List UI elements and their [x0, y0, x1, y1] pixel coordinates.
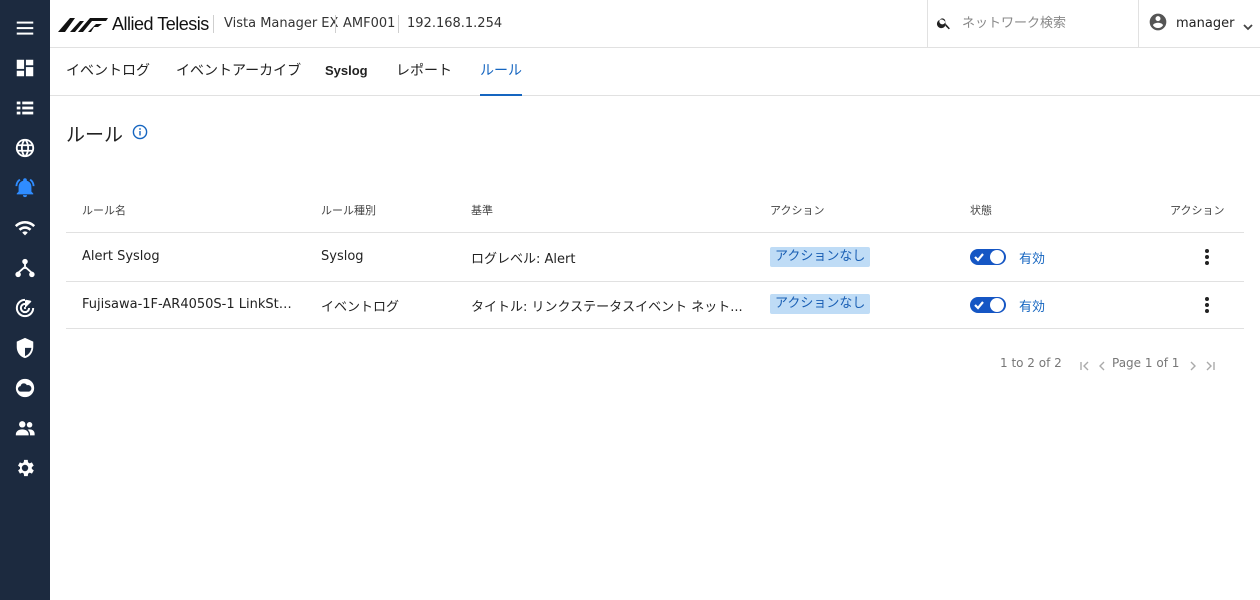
divider: [213, 15, 214, 33]
users-icon[interactable]: [0, 408, 50, 448]
last-page-icon[interactable]: [1204, 357, 1216, 371]
more-options-icon[interactable]: [1201, 294, 1213, 316]
column-header-action[interactable]: アクション: [770, 202, 824, 218]
column-header-rule-type[interactable]: ルール種別: [321, 202, 376, 218]
column-header-actions: アクション: [1170, 204, 1225, 217]
network-icon[interactable]: [0, 248, 50, 288]
check-icon: [974, 301, 984, 310]
status-label: 有効: [1019, 252, 1046, 267]
tab-syslog[interactable]: Syslog: [325, 48, 368, 96]
brand-logo[interactable]: Allied Telesis: [58, 14, 209, 34]
column-header-criteria[interactable]: 基準: [471, 202, 493, 218]
rule-type: イベントログ: [321, 300, 400, 315]
shield-icon[interactable]: [0, 328, 50, 368]
network-search: [927, 0, 1139, 47]
device-ip[interactable]: 192.168.1.254: [407, 15, 502, 33]
tab-rules[interactable]: ルール: [480, 48, 522, 96]
list-icon[interactable]: [0, 88, 50, 128]
divider: [66, 232, 1244, 233]
tab-event-log[interactable]: イベントログ: [66, 48, 150, 96]
pagination-range: 1 to 2 of 2: [1000, 356, 1062, 370]
tab-bar: イベントログ イベントアーカイブ Syslog レポート ルール: [50, 48, 1260, 96]
user-name: manager: [1176, 16, 1235, 31]
area-name[interactable]: AMF001: [343, 15, 395, 33]
previous-page-icon[interactable]: [1096, 357, 1108, 371]
column-header-status[interactable]: 状態: [970, 202, 992, 218]
dashboard-icon[interactable]: [0, 48, 50, 88]
first-page-icon[interactable]: [1079, 357, 1091, 371]
divider: [66, 328, 1244, 329]
current-page: 1: [1144, 356, 1153, 370]
page-indicator: Page 1 of 1: [1112, 356, 1179, 370]
info-icon[interactable]: [132, 124, 148, 140]
tab-event-archive[interactable]: イベントアーカイブ: [176, 48, 301, 96]
total-pages: 1: [1171, 356, 1180, 370]
globe-icon[interactable]: [0, 128, 50, 168]
rule-type: Syslog: [321, 249, 364, 264]
search-input[interactable]: [962, 12, 1132, 34]
toggle-knob: [990, 298, 1004, 312]
menu-icon[interactable]: [0, 8, 50, 48]
rule-name: Fujisawa-1F-AR4050S-1 LinkStatu...: [82, 297, 292, 312]
more-options-icon[interactable]: [1201, 246, 1213, 268]
user-menu[interactable]: manager: [1148, 0, 1254, 47]
radar-icon[interactable]: [0, 288, 50, 328]
status-toggle[interactable]: [970, 249, 1006, 265]
rule-name: Alert Syslog: [82, 249, 160, 264]
cloud-icon[interactable]: [0, 368, 50, 408]
account-icon: [1148, 12, 1168, 36]
sidebar-nav: [0, 0, 50, 600]
check-icon: [974, 253, 984, 262]
next-page-icon[interactable]: [1187, 357, 1199, 371]
status-label: 有効: [1019, 300, 1046, 315]
brand-name: Allied Telesis: [112, 13, 209, 34]
page-label: Page: [1112, 356, 1142, 370]
top-bar: Allied Telesis Vista Manager EX AMF001 1…: [50, 0, 1260, 48]
search-icon[interactable]: [936, 15, 952, 31]
bell-icon[interactable]: [0, 168, 50, 208]
divider: [398, 15, 399, 33]
tab-report[interactable]: レポート: [396, 48, 452, 96]
allied-telesis-logo-mark: [58, 18, 108, 32]
page-title: ルール: [66, 124, 124, 146]
chevron-down-icon: [1242, 18, 1254, 30]
of-label: of: [1156, 356, 1168, 370]
status-toggle[interactable]: [970, 297, 1006, 313]
product-name: Vista Manager EX: [224, 16, 339, 31]
toggle-knob: [990, 250, 1004, 264]
rule-criteria: ログレベル: Alert: [471, 252, 576, 267]
action-badge: アクションなし: [770, 247, 871, 267]
gear-icon[interactable]: [0, 448, 50, 488]
column-header-rule-name[interactable]: ルール名: [82, 202, 126, 218]
action-badge: アクションなし: [770, 294, 871, 314]
rule-criteria: タイトル: リンクステータスイベント ネット...: [471, 300, 743, 315]
wifi-icon[interactable]: [0, 208, 50, 248]
divider: [66, 281, 1244, 282]
divider: [335, 15, 336, 33]
